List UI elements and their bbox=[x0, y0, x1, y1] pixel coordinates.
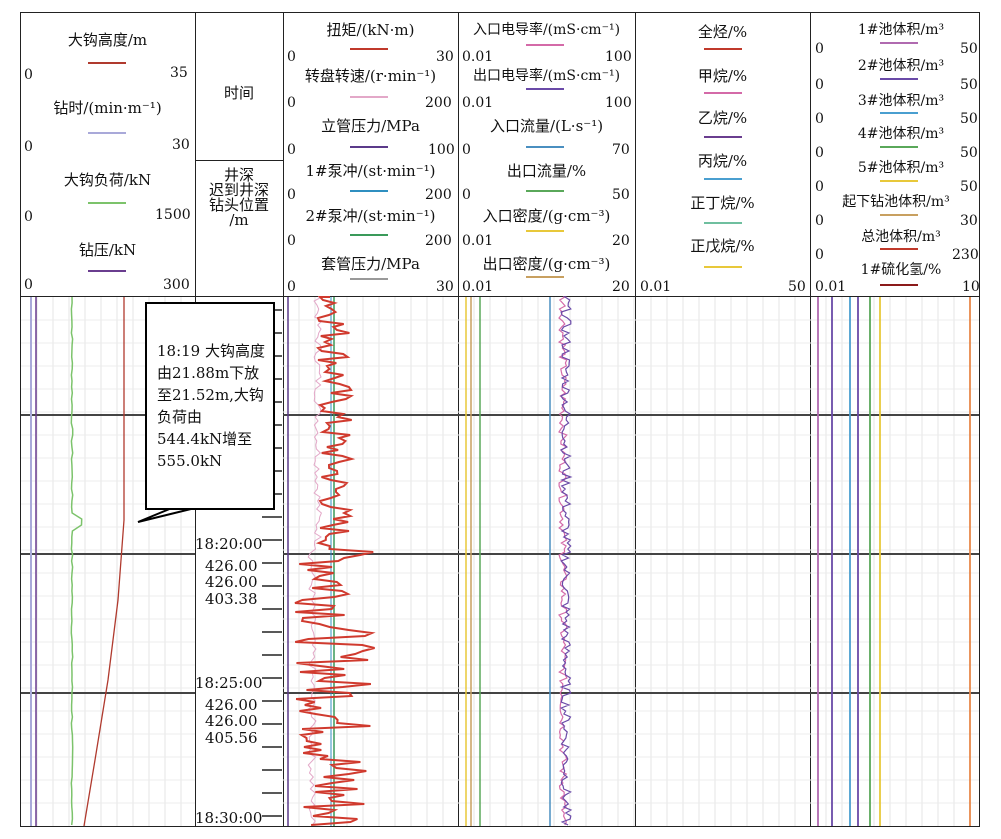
depth-label: 426.00 bbox=[205, 712, 258, 730]
annotation-callout: 18:19 大钩高度由21.88m下放至21.52m,大钩负荷由544.4kN增… bbox=[145, 302, 275, 510]
time-tick-label: 18:25:00 bbox=[195, 674, 263, 692]
depth-label: 426.00 bbox=[205, 557, 258, 575]
hook-load-curve bbox=[70, 296, 83, 826]
depth-label: 405.56 bbox=[205, 729, 258, 747]
depth-label: 403.38 bbox=[205, 590, 258, 608]
callout-pointer bbox=[137, 507, 196, 523]
depth-label: 426.00 bbox=[205, 696, 258, 714]
depth-label: 426.00 bbox=[205, 573, 258, 591]
annotation-text: 18:19 大钩高度由21.88m下放至21.52m,大钩负荷由544.4kN增… bbox=[157, 342, 265, 470]
hook-height-curve bbox=[83, 297, 125, 827]
time-tick-label: 18:20:00 bbox=[195, 535, 263, 553]
time-tick-label: 18:30:00 bbox=[195, 809, 263, 827]
